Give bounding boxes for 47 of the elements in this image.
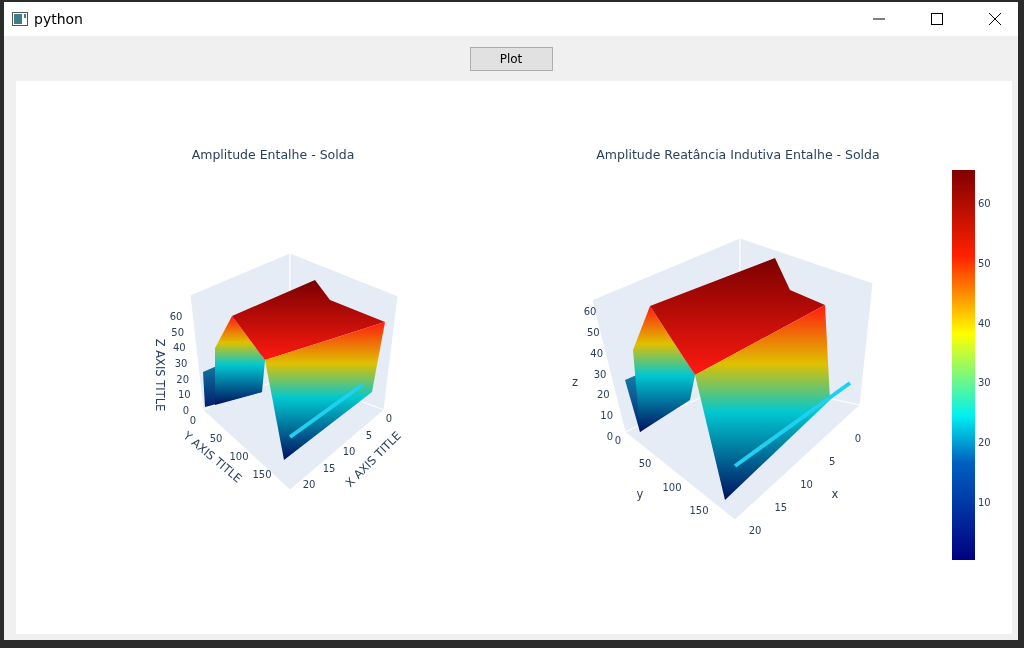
axis-tick-label: 0 <box>182 405 190 416</box>
axis-tick-label: 10 <box>342 446 356 457</box>
axis-tick-label: 50 <box>171 326 185 338</box>
plot-title: Amplitude Entalhe - Solda <box>191 147 355 162</box>
axis-tick-label: 30 <box>174 358 188 369</box>
axis-tick-label: 5 <box>365 429 373 441</box>
axis-tick-label: 20 <box>302 479 316 490</box>
axis-tick-label: 0 <box>614 435 622 446</box>
axis-tick-label: 10 <box>600 410 614 422</box>
axis-tick-label: 50 <box>586 326 600 338</box>
colorbar-tick-label: 20 <box>978 437 991 449</box>
maximize-icon[interactable] <box>931 13 943 25</box>
axis-tick-label: 60 <box>583 306 597 317</box>
axis-tick-label: 10 <box>800 479 813 490</box>
axis-tick-label: 40 <box>172 342 186 354</box>
axis-tick-label: 15 <box>774 502 788 513</box>
colorbar-tick-label: 50 <box>978 257 991 269</box>
axis-title: Z AXIS TITLE <box>153 338 167 412</box>
axis-title: x <box>831 487 839 501</box>
axis-title: y <box>636 487 644 501</box>
axis-tick-label: 0 <box>385 413 393 424</box>
app-icon <box>12 12 28 26</box>
axis-tick-label: 50 <box>638 458 652 470</box>
axis-tick-label: 0 <box>189 415 197 426</box>
colorbar-tick-label: 40 <box>978 317 991 329</box>
plot-button[interactable]: Plot <box>469 46 553 71</box>
window-title: python <box>34 11 83 27</box>
axis-tick-label: 150 <box>689 505 709 516</box>
colorbar-tick-label: 60 <box>978 198 991 209</box>
axis-tick-label: 20 <box>176 373 190 385</box>
axis-tick-label: 0 <box>606 431 614 442</box>
axis-tick-label: 20 <box>596 389 610 401</box>
axis-tick-label: 0 <box>854 433 862 444</box>
plot-title: Amplitude Reatância Indutiva Entalhe - Solda <box>596 147 880 162</box>
colorbar-tick-label: 10 <box>978 497 991 508</box>
axis-tick-label: 15 <box>322 462 336 474</box>
axis-tick-label: 100 <box>662 481 682 493</box>
axis-tick-label: 20 <box>748 525 762 536</box>
axis-tick-label: 60 <box>169 311 183 322</box>
axis-tick-label: 30 <box>593 368 607 380</box>
axis-tick-label: 5 <box>829 456 836 467</box>
axis-tick-label: 40 <box>590 347 604 359</box>
close-icon[interactable] <box>989 13 1001 25</box>
axis-tick-label: 150 <box>252 469 272 480</box>
axis-tick-label: 10 <box>177 389 191 401</box>
colorbar-tick-label: 30 <box>978 377 991 389</box>
axis-title: z <box>572 375 578 389</box>
